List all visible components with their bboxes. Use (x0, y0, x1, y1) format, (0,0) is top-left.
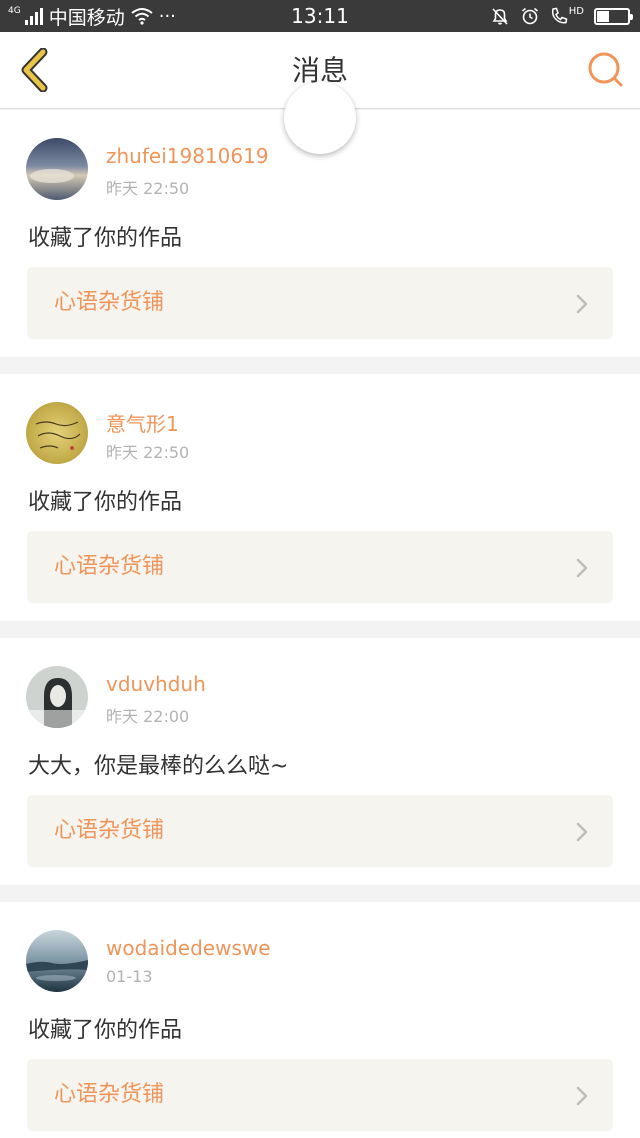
message-text: 收藏了你的作品 (28, 1018, 183, 1043)
user-name[interactable]: wodaidedewswe (106, 936, 271, 960)
user-name[interactable]: 意气形1 (106, 408, 179, 437)
message-card: wodaidedewswe 01-13 收藏了你的作品 心语杂货铺 (0, 902, 640, 1138)
search-button[interactable] (586, 50, 626, 90)
avatar[interactable] (26, 138, 88, 200)
message-time: 昨天 22:50 (106, 179, 190, 198)
phone-icon (551, 7, 568, 24)
work-link[interactable]: 心语杂货铺 (27, 795, 613, 867)
work-link[interactable]: 心语杂货铺 (27, 1059, 613, 1131)
chevron-right-icon (576, 294, 588, 314)
battery-icon (594, 7, 633, 25)
chevron-right-icon (576, 558, 588, 578)
status-bar: 4G 中国移动 ··· 13:11 HD (0, 0, 640, 32)
mute-bell-icon (492, 8, 508, 25)
work-title: 心语杂货铺 (54, 1082, 165, 1107)
avatar[interactable] (26, 402, 88, 464)
avatar[interactable] (26, 930, 88, 992)
message-text: 收藏了你的作品 (28, 490, 183, 515)
user-name[interactable]: zhufei19810619 (106, 144, 269, 168)
hd-call-indicator: HD (550, 6, 584, 26)
status-right: HD (490, 0, 633, 32)
avatar[interactable] (26, 666, 88, 728)
message-text: 收藏了你的作品 (28, 226, 183, 251)
work-link[interactable]: 心语杂货铺 (27, 531, 613, 603)
message-text: 大大，你是最棒的么么哒~ (28, 754, 289, 779)
work-title: 心语杂货铺 (54, 290, 165, 315)
user-name[interactable]: vduvhduh (106, 672, 206, 696)
message-card: vduvhduh 昨天 22:00 大大，你是最棒的么么哒~ 心语杂货铺 (0, 638, 640, 885)
alarm-icon (521, 7, 538, 25)
message-time: 昨天 22:50 (106, 443, 190, 462)
work-title: 心语杂货铺 (54, 818, 165, 843)
hd-label: HD (568, 6, 584, 17)
message-card: 意气形1 昨天 22:50 收藏了你的作品 心语杂货铺 (0, 374, 640, 621)
message-time: 01-13 (106, 967, 153, 986)
message-time: 昨天 22:00 (106, 707, 190, 726)
pull-refresh-indicator (284, 82, 356, 154)
search-icon (588, 52, 623, 87)
work-link[interactable]: 心语杂货铺 (27, 267, 613, 339)
work-title: 心语杂货铺 (54, 554, 165, 579)
battery-level (597, 10, 609, 22)
chevron-right-icon (576, 822, 588, 842)
chevron-right-icon (576, 1086, 588, 1106)
